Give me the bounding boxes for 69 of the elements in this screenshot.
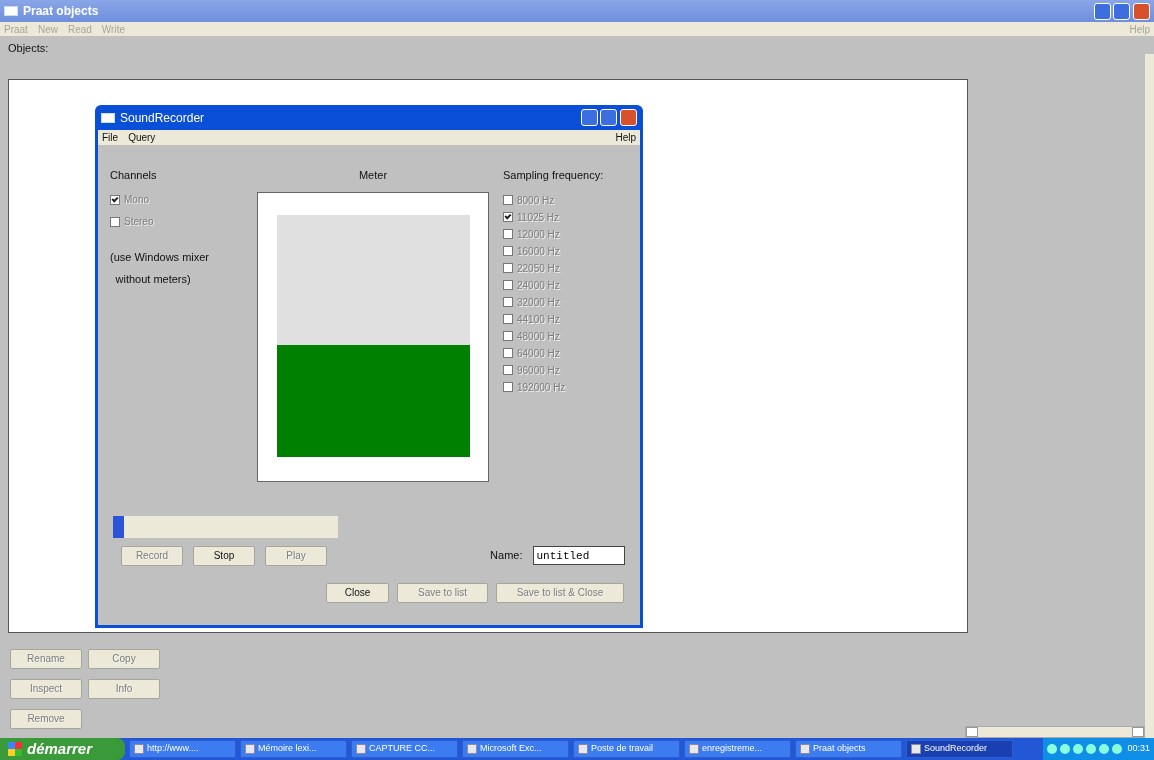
menu-item[interactable]: Query xyxy=(128,130,156,145)
window-icon xyxy=(578,744,588,754)
meter-heading: Meter xyxy=(358,168,388,183)
taskbar-button[interactable]: Poste de travail xyxy=(573,740,680,758)
taskbar-button[interactable]: http://www.... xyxy=(129,740,236,758)
windows-logo-icon xyxy=(8,742,22,756)
option-label: 44100 Hz xyxy=(517,312,560,327)
window-icon xyxy=(689,744,699,754)
sampling-heading: Sampling frequency: xyxy=(503,168,604,183)
tray-icon[interactable] xyxy=(1098,744,1109,754)
note-text: (use Windows mixer xyxy=(110,249,211,265)
window-icon xyxy=(800,744,810,754)
taskbar-button[interactable]: SoundRecorder xyxy=(906,740,1013,758)
taskbar-button[interactable]: Mémoire lexi... xyxy=(240,740,347,758)
menu-item[interactable]: New xyxy=(37,21,58,37)
menu-item[interactable]: Help xyxy=(615,130,636,145)
window-title: SoundRecorder xyxy=(120,109,205,127)
note-text: without meters) xyxy=(114,271,192,287)
window-icon xyxy=(245,744,255,754)
taskbar-button[interactable]: enregistreme... xyxy=(684,740,791,758)
option-label: Mono xyxy=(124,193,149,207)
option-label: Stereo xyxy=(124,215,154,229)
window-icon xyxy=(356,744,366,754)
horizontal-scrollbar[interactable] xyxy=(965,726,1145,738)
tray-icon[interactable] xyxy=(1085,744,1096,754)
tray-icon[interactable] xyxy=(1059,744,1070,754)
taskbar-button[interactable]: CAPTURE CC... xyxy=(351,740,458,758)
tray-icon[interactable] xyxy=(1111,744,1122,754)
tray-icon[interactable] xyxy=(1046,744,1057,754)
option-label: 11025 Hz xyxy=(517,210,560,225)
window-icon xyxy=(101,112,115,123)
option-label: 12000 Hz xyxy=(517,227,560,242)
menu-item[interactable]: Praat xyxy=(4,21,28,37)
menu-item[interactable]: Write xyxy=(101,21,125,37)
maximize-button[interactable] xyxy=(600,109,618,126)
option-label: 24000 Hz xyxy=(517,278,560,293)
dialog-button[interactable]: Close xyxy=(326,582,389,603)
window-icon xyxy=(467,744,477,754)
minimize-button[interactable] xyxy=(580,109,598,126)
option-label: 192000 Hz xyxy=(517,380,566,395)
close-button[interactable] xyxy=(1133,2,1150,20)
maximize-button[interactable] xyxy=(1113,2,1131,20)
window-icon xyxy=(4,6,18,16)
menu-item[interactable]: Read xyxy=(67,21,92,37)
menu-item[interactable]: File xyxy=(102,130,119,145)
channels-heading: Channels xyxy=(110,168,158,183)
window-icon xyxy=(134,744,144,754)
option-label: 64000 Hz xyxy=(517,346,560,361)
window-icon xyxy=(911,744,921,754)
taskbar-button[interactable]: Microsoft Exc... xyxy=(462,740,569,758)
option-label: 22050 Hz xyxy=(517,261,560,276)
window-title: Praat objects xyxy=(23,3,99,20)
tray-icon[interactable] xyxy=(1072,744,1083,754)
name-label: Name: xyxy=(490,548,523,564)
objects-label: Objects: xyxy=(8,41,50,56)
option-label: 96000 Hz xyxy=(517,363,560,378)
option-label: 8000 Hz xyxy=(517,193,555,208)
menu-item[interactable]: Help xyxy=(1129,21,1150,37)
start-button[interactable]: démarrer xyxy=(0,738,125,760)
clock: 00:31 xyxy=(1127,742,1150,756)
taskbar-button[interactable]: Praat objects xyxy=(795,740,902,758)
option-label: 16000 Hz xyxy=(517,244,560,259)
option-label: 48000 Hz xyxy=(517,329,560,344)
control-button[interactable]: Stop xyxy=(193,545,255,566)
option-label: 32000 Hz xyxy=(517,295,560,310)
vertical-scrollbar[interactable] xyxy=(1145,54,1154,738)
close-button[interactable] xyxy=(620,109,637,126)
minimize-button[interactable] xyxy=(1093,2,1111,20)
name-field[interactable]: untitled xyxy=(532,546,625,565)
